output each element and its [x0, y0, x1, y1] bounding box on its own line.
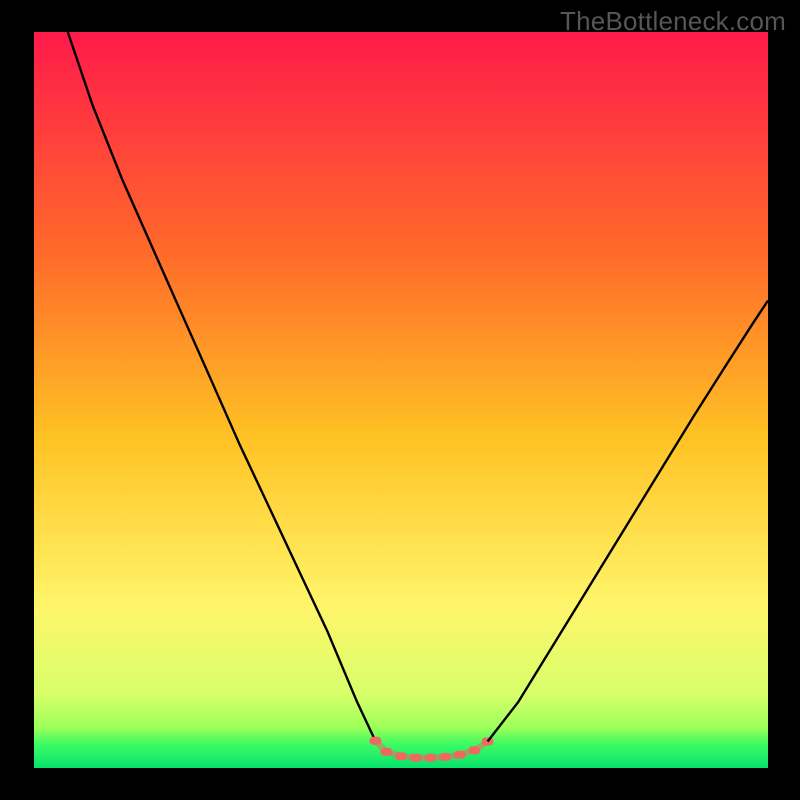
flat-marker [439, 753, 451, 761]
bottleneck-chart [0, 0, 800, 800]
chart-frame: TheBottleneck.com [0, 0, 800, 800]
flat-marker [395, 752, 407, 760]
flat-marker [410, 754, 422, 762]
flat-marker [424, 754, 436, 762]
flat-marker [380, 748, 392, 756]
flat-marker [468, 746, 480, 754]
flat-marker [369, 737, 381, 745]
flat-marker [454, 751, 466, 759]
plot-background [34, 32, 768, 768]
